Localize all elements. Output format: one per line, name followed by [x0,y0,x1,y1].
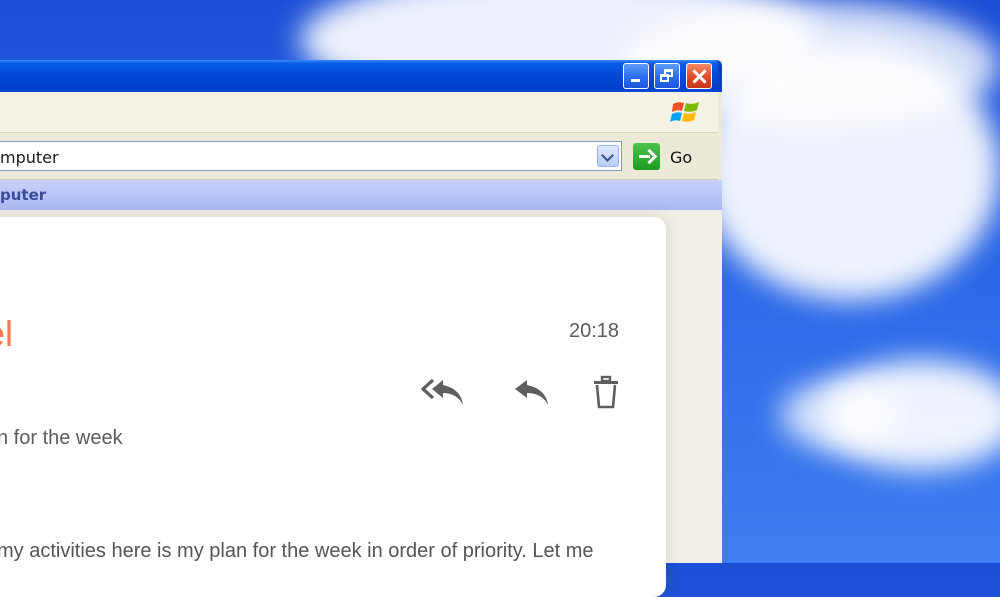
location-title: puter [0,186,47,204]
address-bar: mputer Go [0,133,718,180]
reply-button[interactable] [510,374,556,410]
address-input[interactable]: mputer [0,141,622,171]
chevron-down-icon[interactable] [597,145,619,167]
go-arrow-icon[interactable] [633,143,660,170]
reply-icon [515,380,548,405]
menu-bar [0,92,718,133]
go-button[interactable]: Go [670,148,692,167]
reply-all-button[interactable] [421,374,467,410]
restore-button[interactable] [654,63,680,89]
window-titlebar[interactable] [0,60,722,92]
windows-logo-icon [670,102,699,122]
reply-all-icon [421,378,463,405]
delete-button[interactable] [590,374,622,410]
email-body: my activities here is my plan for the we… [0,540,594,562]
email-time: 20:18 [569,320,620,342]
email-subject: n for the week [0,427,123,449]
trash-icon [594,375,618,409]
minimize-button[interactable] [623,63,649,89]
address-value: mputer [0,148,59,167]
cloud [700,40,1000,300]
cloud [780,380,900,450]
email-sender: tel [0,313,14,354]
close-button[interactable] [686,63,712,89]
location-bar: puter [0,180,722,210]
